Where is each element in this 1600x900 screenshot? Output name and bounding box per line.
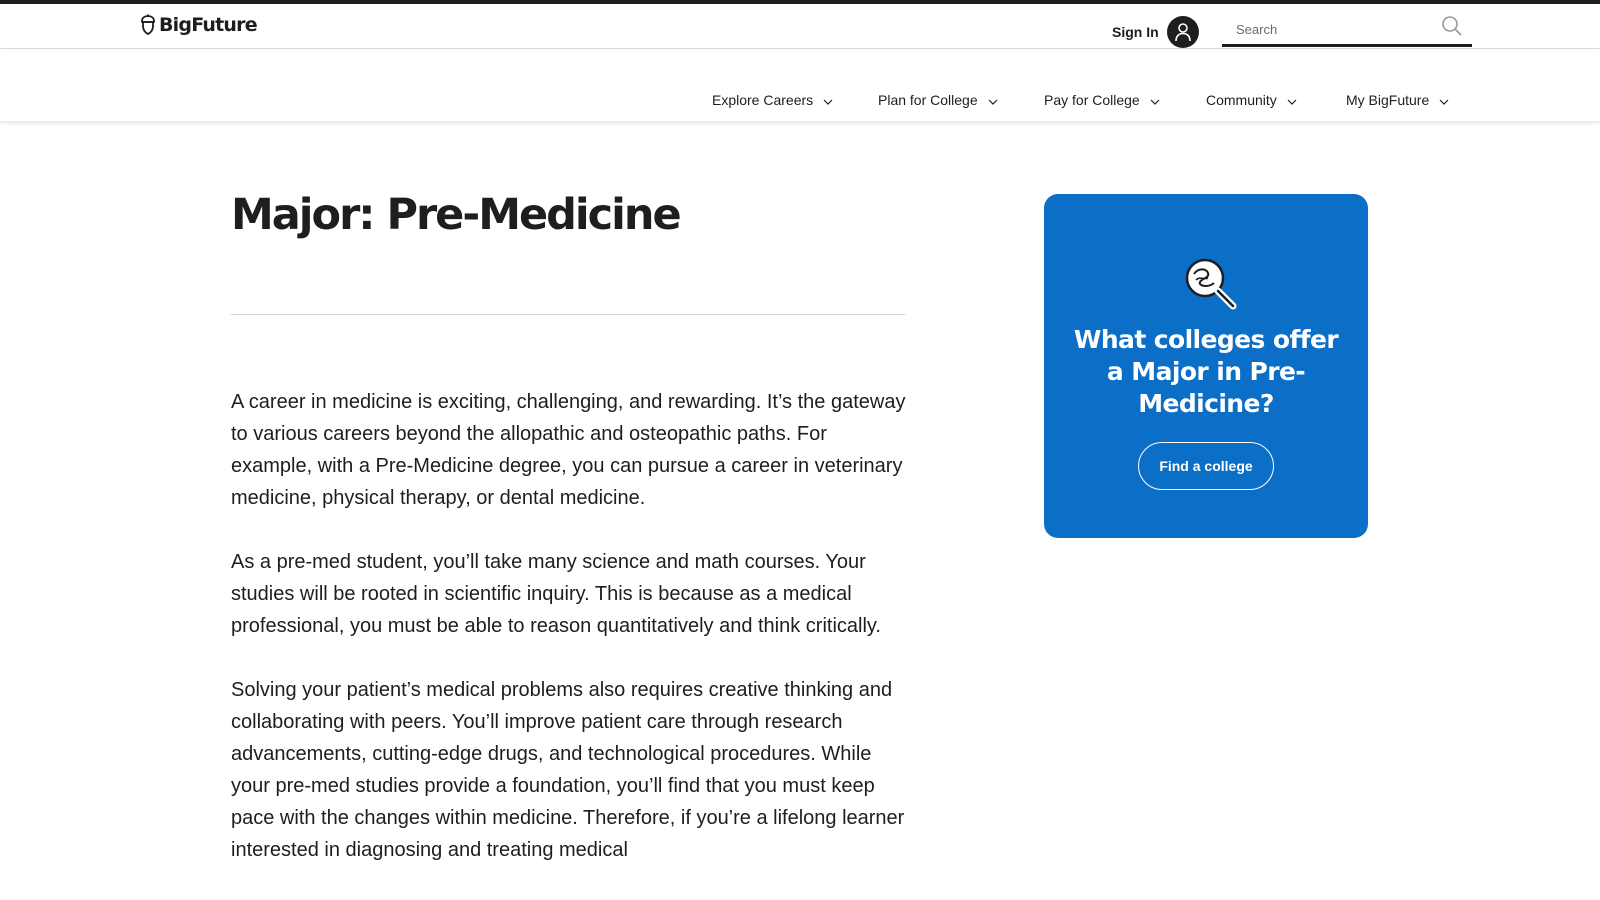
nav-item-label: Pay for College — [1044, 92, 1140, 108]
nav-plan-for-college[interactable]: Plan for College — [878, 92, 998, 108]
card-title: What colleges offer a Major in Pre-Medic… — [1073, 325, 1339, 418]
search-bar — [1222, 12, 1472, 47]
nav-item-label: My BigFuture — [1346, 92, 1430, 108]
chevron-down-icon — [988, 99, 998, 105]
user-avatar-icon[interactable] — [1166, 16, 1199, 48]
major-description: A career in medicine is exciting, challe… — [231, 386, 911, 898]
magnifying-glass-search-icon — [1185, 258, 1237, 310]
user-icon — [1174, 23, 1191, 42]
acorn-logo-icon — [141, 14, 155, 35]
nav-community[interactable]: Community — [1206, 92, 1297, 108]
find-a-college-button[interactable]: Find a college — [1138, 442, 1274, 490]
find-college-card: What colleges offer a Major in Pre-Medic… — [1044, 194, 1368, 538]
site-header: BigFuture Sign In — [0, 4, 1600, 49]
main-navigation: Explore Careers Plan for College Pay for… — [0, 49, 1600, 122]
chevron-down-icon — [1287, 99, 1297, 105]
chevron-down-icon — [1439, 99, 1449, 105]
chevron-down-icon — [1150, 99, 1160, 105]
title-divider — [231, 314, 905, 315]
search-icon[interactable] — [1440, 14, 1464, 38]
paragraph: Solving your patient’s medical problems … — [231, 679, 905, 861]
nav-pay-for-college[interactable]: Pay for College — [1044, 92, 1160, 108]
nav-my-bigfuture[interactable]: My BigFuture — [1346, 92, 1449, 108]
nav-item-label: Explore Careers — [712, 92, 814, 108]
search-input[interactable] — [1236, 18, 1426, 40]
logo-text: BigFuture — [159, 14, 258, 36]
page-title: Major: Pre-Medicine — [231, 190, 682, 240]
nav-explore-careers[interactable]: Explore Careers — [712, 92, 833, 108]
nav-item-label: Community — [1206, 92, 1277, 108]
sign-in-button[interactable]: Sign In — [1112, 16, 1199, 48]
sign-in-label: Sign In — [1112, 24, 1159, 40]
bigfuture-logo[interactable]: BigFuture — [139, 14, 258, 36]
chevron-down-icon — [823, 99, 833, 105]
paragraph: As a pre-med student, you’ll take many s… — [231, 551, 881, 637]
paragraph: A career in medicine is exciting, challe… — [231, 391, 906, 509]
nav-item-label: Plan for College — [878, 92, 978, 108]
